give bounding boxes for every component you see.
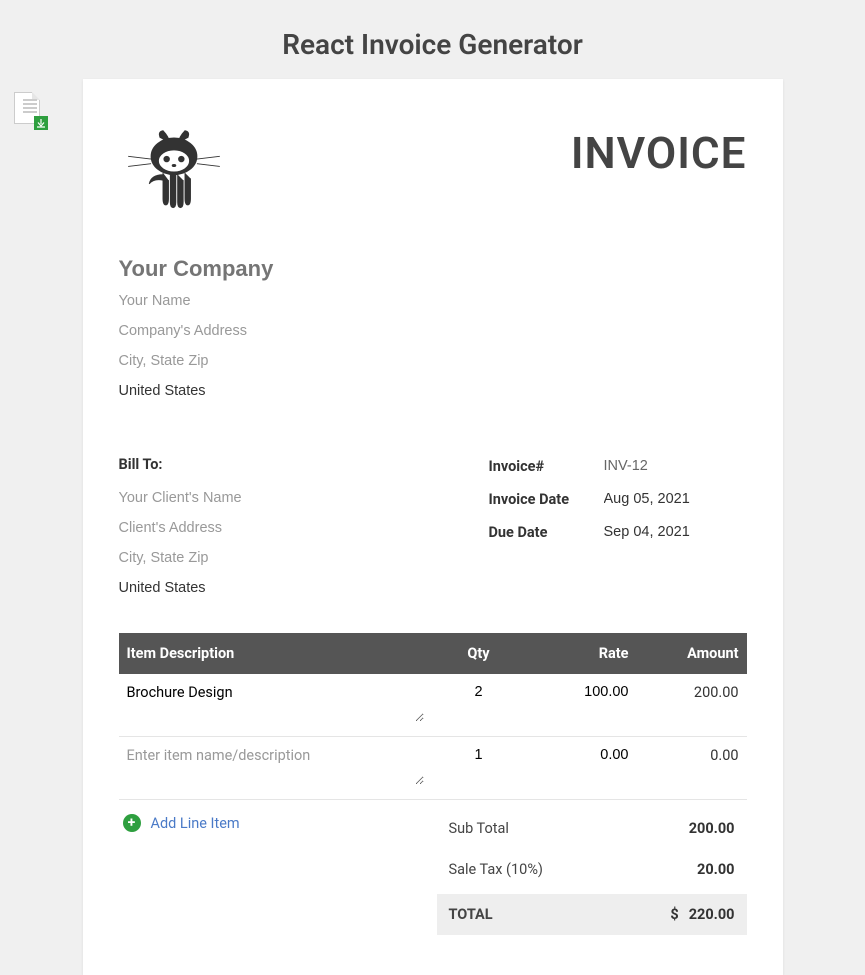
item-amount: 200.00 xyxy=(629,684,739,701)
item-amount: 0.00 xyxy=(629,747,739,764)
tax-label[interactable]: Sale Tax (10%) xyxy=(449,861,543,878)
invoice-number-input[interactable] xyxy=(604,456,754,476)
item-description-input[interactable] xyxy=(127,747,424,785)
invoice-title[interactable]: INVOICE xyxy=(571,127,747,179)
bill-to-label[interactable]: Bill To: xyxy=(119,456,459,473)
company-country-input[interactable] xyxy=(119,376,419,406)
line-item-row: 0.00 xyxy=(119,737,747,800)
invoice-date-label[interactable]: Invoice Date xyxy=(489,491,604,508)
add-line-item-label: Add Line Item xyxy=(151,815,240,832)
line-item-row: Brochure Design 200.00 xyxy=(119,674,747,737)
item-rate-input[interactable] xyxy=(519,684,629,700)
client-address-input[interactable] xyxy=(119,513,419,543)
col-header-description[interactable]: Item Description xyxy=(127,645,439,662)
your-name-input[interactable] xyxy=(119,286,419,316)
download-arrow-icon xyxy=(34,116,48,130)
octocat-icon xyxy=(119,127,229,219)
subtotal-label[interactable]: Sub Total xyxy=(449,820,509,837)
col-header-rate[interactable]: Rate xyxy=(519,645,629,662)
item-description-input[interactable]: Brochure Design xyxy=(127,684,424,722)
company-address-input[interactable] xyxy=(119,316,419,346)
client-name-input[interactable] xyxy=(119,483,419,513)
line-items-header: Item Description Qty Rate Amount xyxy=(119,633,747,674)
client-country-input[interactable] xyxy=(119,573,419,603)
currency-symbol[interactable]: $ xyxy=(670,906,678,923)
due-date-label[interactable]: Due Date xyxy=(489,524,604,541)
plus-icon: + xyxy=(123,814,141,832)
item-qty-input[interactable] xyxy=(439,747,519,763)
company-name-input[interactable] xyxy=(119,252,419,286)
due-date-input[interactable] xyxy=(604,522,754,542)
company-city-input[interactable] xyxy=(119,346,419,376)
add-line-item-button[interactable]: + Add Line Item xyxy=(119,800,244,846)
client-city-input[interactable] xyxy=(119,543,419,573)
invoice-date-input[interactable] xyxy=(604,489,754,509)
tax-value: 20.00 xyxy=(697,861,734,878)
invoice-number-label[interactable]: Invoice# xyxy=(489,458,604,475)
item-qty-input[interactable] xyxy=(439,684,519,700)
item-rate-input[interactable] xyxy=(519,747,629,763)
page-title: React Invoice Generator xyxy=(0,0,865,79)
col-header-amount[interactable]: Amount xyxy=(629,645,739,662)
download-invoice-button[interactable] xyxy=(10,92,48,130)
total-label[interactable]: TOTAL xyxy=(449,906,493,923)
subtotal-value: 200.00 xyxy=(689,820,735,837)
total-value: $220.00 xyxy=(670,906,734,923)
company-logo[interactable] xyxy=(119,127,229,222)
invoice-document: INVOICE Bill To: Invoice# Invoice Date xyxy=(83,79,783,975)
col-header-qty[interactable]: Qty xyxy=(439,645,519,662)
